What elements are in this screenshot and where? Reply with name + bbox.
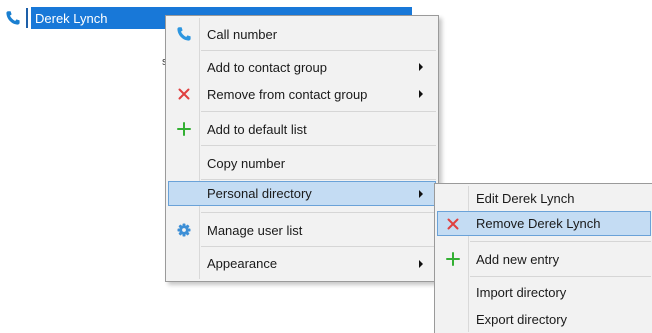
plus-icon [169,115,199,143]
menu-item-label: Import directory [476,285,567,300]
phone-icon [169,20,199,48]
screen: Derek Lynch s Call number Add to contact… [0,0,652,333]
menu-separator [470,276,651,277]
submenu-arrow-icon [419,90,423,98]
context-menu: Call number Add to contact group Remove … [165,15,439,282]
menu-item-call-number[interactable]: Call number [168,19,436,49]
menu-item-label: Appearance [207,256,278,271]
menu-separator [201,246,436,247]
menu-item-label: Add new entry [476,251,560,267]
menu-item-label: Export directory [476,311,568,327]
menu-separator [201,212,436,213]
submenu-arrow-icon [419,259,423,268]
menu-item-add-to-default-list[interactable]: Add to default list [168,114,436,144]
menu-separator [201,50,436,51]
menu-separator [470,241,651,242]
menu-item-label: Remove from contact group [207,86,368,102]
menu-item-add-to-contact-group[interactable]: Add to contact group [168,53,436,81]
menu-separator [201,179,436,180]
menu-item-label: Call number [207,26,278,42]
menu-item-manage-user-list[interactable]: Manage user list [168,215,436,245]
gear-icon [169,216,199,244]
submenu-item-remove-contact[interactable]: Remove Derek Lynch [437,211,651,236]
phone-icon [2,7,24,29]
contact-separator [26,8,28,28]
submenu-item-edit-contact[interactable]: Edit Derek Lynch [437,186,651,211]
menu-item-remove-from-contact-group[interactable]: Remove from contact group [168,80,436,108]
submenu-item-add-new-entry[interactable]: Add new entry [437,244,651,274]
plus-icon [438,245,468,273]
menu-item-label: Add to default list [207,121,307,137]
menu-item-label: Add to contact group [207,59,327,75]
submenu-item-import-directory[interactable]: Import directory [437,279,651,306]
menu-item-copy-number[interactable]: Copy number [168,148,436,178]
menu-item-label: Edit Derek Lynch [476,191,575,206]
close-icon [438,212,468,235]
menu-item-label: Manage user list [207,222,303,238]
menu-item-label: Remove Derek Lynch [476,216,601,231]
submenu-item-export-directory[interactable]: Export directory [437,306,651,332]
menu-separator [201,111,436,112]
menu-item-personal-directory[interactable]: Personal directory [168,181,436,206]
menu-item-label: Copy number [207,155,286,171]
menu-item-label: Personal directory [207,186,312,201]
menu-item-appearance[interactable]: Appearance [168,249,436,278]
submenu-arrow-icon [419,189,423,198]
close-icon [169,81,199,107]
personal-directory-submenu: Edit Derek Lynch Remove Derek Lynch Add … [434,183,652,333]
menu-separator [201,145,436,146]
submenu-arrow-icon [419,63,423,71]
